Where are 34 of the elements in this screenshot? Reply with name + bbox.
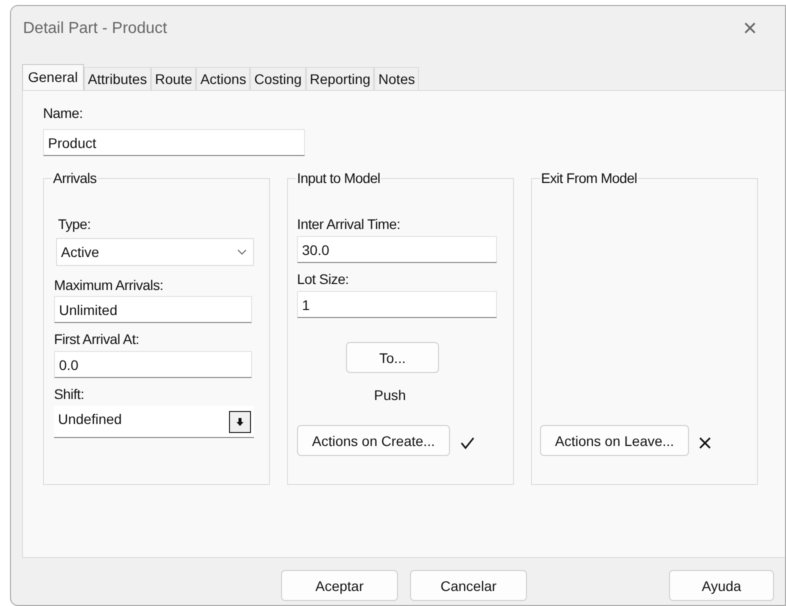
first-arrival-field[interactable]: 0.0 (54, 351, 252, 378)
routing-text: Push (374, 387, 406, 403)
field-label: First Arrival At: (54, 331, 140, 347)
dialog-button[interactable]: Cancelar (410, 570, 527, 601)
actions-button[interactable]: Actions on Leave... (540, 425, 690, 456)
tab[interactable]: General (22, 64, 84, 90)
dialog-button[interactable]: Ayuda (669, 570, 774, 601)
tab[interactable]: Notes (374, 67, 419, 90)
field-label: Shift: (54, 386, 86, 402)
group-title: Arrivals (52, 170, 98, 186)
actions-button[interactable]: Actions on Create... (297, 425, 450, 456)
field-label: Name: (43, 105, 83, 121)
group-title: Input to Model (296, 170, 382, 186)
tab[interactable]: Reporting (306, 67, 374, 90)
tab[interactable]: Route (150, 67, 196, 90)
field-label: Inter Arrival Time: (297, 216, 402, 232)
name-field[interactable]: Product (43, 129, 305, 156)
field-label: Lot Size: (297, 271, 350, 287)
lot-size-field[interactable]: 1 (297, 291, 497, 318)
to-button[interactable]: To... (346, 342, 439, 373)
shift-dropdown[interactable]: Undefined (54, 406, 254, 438)
window-title: Detail Part - Product (23, 20, 168, 38)
dialog-button[interactable]: Aceptar (281, 570, 398, 601)
field-label: Type: (58, 216, 92, 232)
field-label: Maximum Arrivals: (54, 277, 164, 293)
max-arrivals-field[interactable]: Unlimited (54, 296, 252, 323)
group-title: Exit From Model (540, 170, 638, 186)
tab[interactable]: Attributes (84, 67, 151, 90)
close-button[interactable]: × (736, 16, 763, 40)
type-dropdown[interactable]: Active (56, 238, 254, 266)
tab[interactable]: Actions (196, 67, 250, 90)
chevron-down-icon (237, 249, 247, 255)
tab[interactable]: Costing (250, 67, 306, 90)
inter-arrival-field[interactable]: 30.0 (297, 236, 497, 263)
